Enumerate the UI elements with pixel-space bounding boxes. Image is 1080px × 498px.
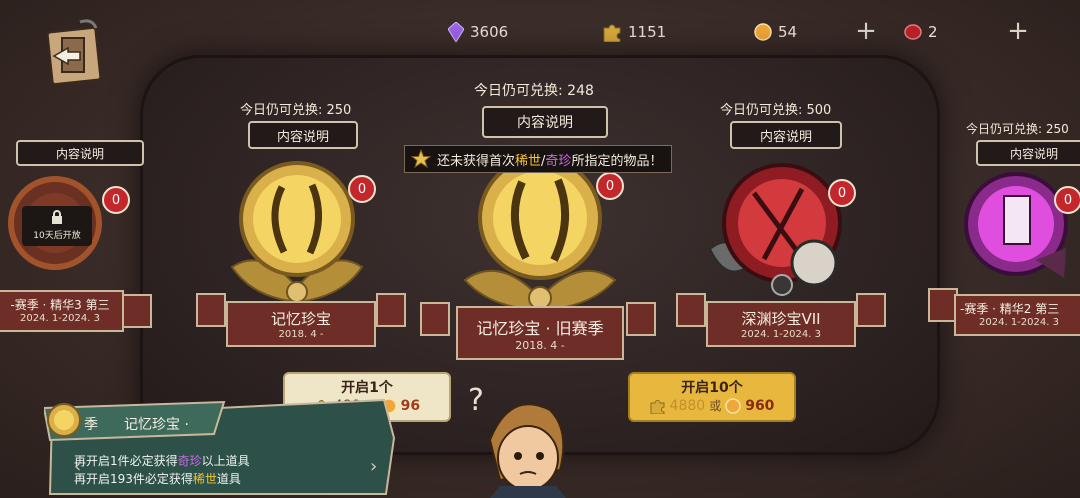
banner-ribbon-left: [676, 293, 706, 327]
currency-puzzle: 1151: [602, 18, 666, 46]
treasure-card-memory[interactable]: 今日仍可兑换: 250 内容说明 0 记忆珍宝 2018. 4 -: [190, 95, 420, 355]
puzzle-piece-icon: [650, 399, 665, 414]
explain-button[interactable]: 内容说明: [248, 121, 358, 149]
explain-button[interactable]: 内容说明: [976, 140, 1080, 166]
treasure-card-season2[interactable]: 今日仍可兑换: 250 内容说明 0 -赛季 · 精华2 第三 2024. 1-…: [928, 118, 1080, 338]
treasure-banner: -赛季 · 精华3 第三 2024. 1-2024. 3: [0, 290, 124, 332]
treasure-date: 2024. 1-2024. 3: [979, 317, 1059, 328]
treasure-date: 2024. 1-2024. 3: [20, 313, 100, 324]
gold-coin-icon: [754, 23, 772, 41]
explain-button[interactable]: 内容说明: [482, 106, 608, 138]
guarantee-line-1: 再开启1件必定获得奇珍以上道具: [74, 454, 250, 468]
star-icon: [411, 149, 431, 169]
treasure-name: 记忆珍宝 · 旧赛季: [476, 319, 604, 338]
explain-button[interactable]: 内容说明: [730, 121, 842, 149]
guarantee-info-panel: 季 记忆珍宝 · 再开启1件必定获得奇珍以上道具 再开启193件必定获得稀世道具…: [44, 398, 400, 496]
info-prev-arrow[interactable]: ‹: [74, 456, 88, 478]
treasure-name: 深渊珍宝VII: [741, 310, 821, 328]
currency-bar: 3606 1151 54 + 2 +: [430, 14, 1080, 50]
treasure-banner: -赛季 · 精华2 第三 2024. 1-2024. 3: [954, 294, 1080, 336]
open-10-label: 开启10个: [681, 380, 743, 396]
banner-ribbon-right: [856, 293, 886, 327]
treasure-date: 2018. 4 -: [515, 339, 565, 352]
banner-ribbon: [122, 294, 152, 328]
coin-count: 54: [778, 23, 798, 41]
guarantee-line-2: 再开启193件必定获得稀世道具: [74, 472, 241, 486]
crystal-count: 3606: [470, 23, 509, 41]
remaining-exchanges: 今日仍可兑换: 248: [474, 83, 594, 99]
banner-ribbon-left: [420, 302, 450, 336]
owned-count-badge: 0: [828, 179, 856, 207]
banner-ribbon-right: [626, 302, 656, 336]
add-coin-button[interactable]: +: [854, 18, 878, 44]
open-1-label: 开启1个: [341, 380, 393, 396]
treasure-date: 2024. 1-2024. 3: [741, 329, 821, 340]
treasure-name: -赛季 · 精华2: [960, 302, 1032, 316]
treasure-name: 赛季 · 精华3: [14, 298, 82, 312]
lock-icon: [52, 210, 62, 224]
remaining-exchanges: 今日仍可兑换: 250: [966, 122, 1069, 136]
purple-crystal-icon: [448, 22, 464, 42]
banner-ribbon-right: [376, 293, 406, 327]
rarity-tooltip: 还未获得首次稀世/奇珍所指定的物品！: [404, 145, 672, 173]
season-essence-orb-icon: [964, 172, 1068, 278]
treasure-card-memory-old-season[interactable]: 今日仍可兑换: 248 内容说明 0 记忆珍宝 · 旧赛季 2018. 4 -: [420, 76, 660, 366]
red-token-icon: [904, 24, 922, 40]
info-title: 记忆珍宝 ·: [124, 417, 189, 433]
owned-count-badge: 0: [348, 175, 376, 203]
treasure-banner: 深渊珍宝VII 2024. 1-2024. 3: [706, 301, 856, 347]
lock-overlay: 10天后开放: [22, 206, 92, 246]
add-token-button[interactable]: +: [1006, 18, 1030, 44]
gold-coin-icon: [725, 397, 741, 414]
owned-count-badge: 0: [1054, 186, 1080, 214]
treasure-date: 2018. 4 -: [278, 329, 324, 340]
owned-count-badge: 0: [102, 186, 130, 214]
question-mark-icon: ?: [468, 383, 484, 418]
character-portrait: ?: [468, 383, 566, 498]
remaining-exchanges: 今日仍可兑换: 500: [720, 103, 832, 118]
currency-token: 2: [904, 18, 938, 46]
treasure-name-suffix: 第三: [85, 298, 110, 312]
info-title-prefix: 季: [84, 417, 98, 433]
token-count: 2: [928, 23, 938, 41]
treasure-banner: 记忆珍宝 2018. 4 -: [226, 301, 376, 347]
open-10-cost: 4880 或 960: [630, 397, 794, 414]
currency-crystal: 3606: [448, 18, 508, 46]
explain-button[interactable]: 内容说明: [16, 140, 144, 166]
puzzle-count: 1151: [628, 23, 667, 41]
puzzle-piece-icon: [603, 24, 621, 42]
treasure-name-suffix: 第三: [1035, 302, 1060, 316]
owned-count-badge: 0: [596, 172, 624, 200]
treasure-banner: 记忆珍宝 · 旧赛季 2018. 4 -: [456, 306, 624, 360]
memory-treasure-mini-icon: [47, 403, 81, 437]
treasure-card-season3[interactable]: 内容说明 0 10天后开放 -赛季 · 精华3 第三 2024. 1-2024.…: [0, 140, 152, 340]
treasure-card-abyss7[interactable]: 今日仍可兑换: 500 内容说明 0 深渊珍宝VII 2024. 1-2024.…: [674, 95, 914, 355]
lock-text: 10天后开放: [33, 231, 81, 241]
currency-coin: 54: [754, 18, 797, 46]
treasure-name: 记忆珍宝: [270, 310, 331, 328]
info-next-arrow[interactable]: ›: [370, 456, 386, 478]
banner-ribbon-left: [196, 293, 226, 327]
memory-treasure-orb-icon: [230, 161, 364, 304]
tooltip-text: 还未获得首次稀世/奇珍所指定的物品！: [437, 153, 663, 169]
open-10-button[interactable]: 开启10个 4880 或 960: [628, 372, 796, 422]
remaining-exchanges: 今日仍可兑换: 250: [240, 103, 352, 118]
exit-button[interactable]: [40, 18, 104, 88]
